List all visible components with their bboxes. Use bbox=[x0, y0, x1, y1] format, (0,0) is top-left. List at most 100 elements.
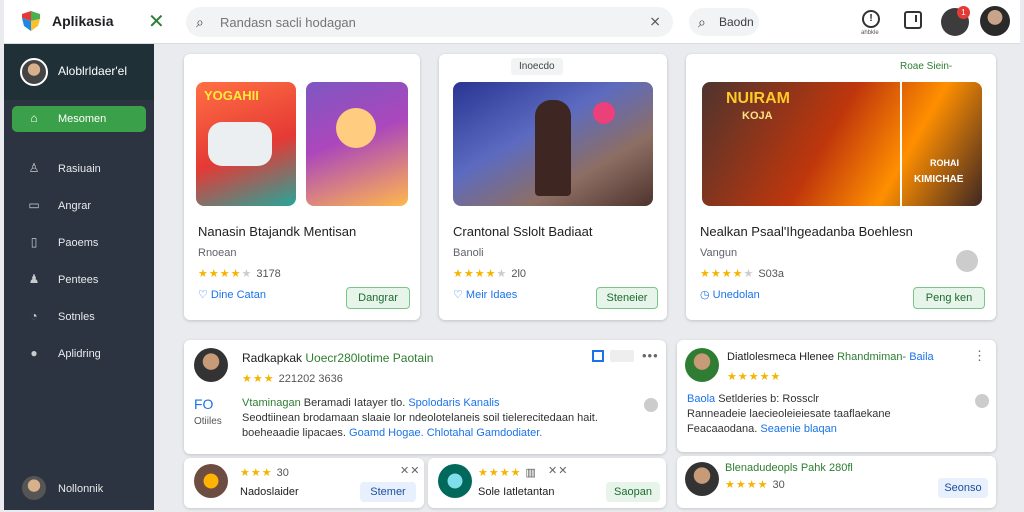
gamepad-icon bbox=[208, 122, 272, 166]
rating-value: S03a bbox=[758, 268, 785, 280]
card-action-button[interactable]: Dangrar bbox=[346, 287, 410, 309]
card-link[interactable]: ♡ Dine Catan bbox=[198, 288, 266, 301]
review-line3b[interactable]: Seaenie blaqan bbox=[760, 423, 836, 435]
review-line3a: boeheaadie lipacaes. bbox=[242, 427, 346, 439]
featured-card[interactable]: Roae Siein- NUIRAM KOJA ROHAI KIMICHAE N… bbox=[686, 54, 996, 320]
more-options-icon[interactable]: ••• bbox=[642, 348, 659, 363]
sidebar-item-pentees[interactable]: ♟ Pentees bbox=[12, 267, 146, 293]
reviewer-name: Diatlolesmeca Hlenee Rhandmiman- Baila bbox=[727, 351, 934, 363]
reviewer-highlight: Uoecr280lotime Paotain bbox=[305, 351, 434, 365]
tag-chip bbox=[610, 350, 634, 362]
app-name: Sole Iatletantan bbox=[478, 486, 555, 498]
search-bar[interactable]: ⌕ ⨯ bbox=[186, 7, 673, 37]
download-icon[interactable] bbox=[904, 11, 922, 29]
search-button[interactable]: ⌕ Baodn bbox=[689, 8, 759, 36]
card-link[interactable]: ◷ Unedolan bbox=[700, 288, 760, 301]
featured-card[interactable]: YOGAHII Nanasin Btajandk Mentisan Rnoean… bbox=[184, 54, 420, 320]
card-tag: Roae Siein- bbox=[900, 61, 953, 72]
review-line3c[interactable]: Chlotahal bbox=[427, 427, 473, 439]
app-icon bbox=[438, 464, 472, 498]
review-line2: Ranneadeie laecieoleieiesate taaflaekane bbox=[687, 408, 891, 420]
info-icon[interactable]: ! bbox=[862, 10, 880, 28]
review-card: Diatlolesmeca Hlenee Rhandmiman- Baila ⋮… bbox=[677, 340, 996, 452]
rating-extra-icon: ▥ bbox=[525, 467, 536, 479]
app-action-button[interactable]: Saopan bbox=[606, 482, 660, 502]
checkbox-icon[interactable] bbox=[592, 350, 604, 362]
thumbnail-banner: YOGAHII bbox=[204, 88, 259, 103]
review-line1b: Setlderies b: Rossclr bbox=[718, 393, 820, 405]
more-options-icon[interactable]: ✕✕ bbox=[400, 464, 420, 477]
review-tag-b: Otiiles bbox=[194, 416, 222, 427]
rating-stars: ★★★★ ▥ bbox=[478, 467, 536, 479]
review-line1: Baola bbox=[687, 393, 716, 405]
reviewer-avatar[interactable] bbox=[685, 348, 719, 382]
game-thumbnail[interactable] bbox=[306, 82, 408, 206]
more-options-icon[interactable]: ⋮ bbox=[973, 348, 987, 364]
review-line1c[interactable]: Spolodaris Kanalis bbox=[408, 397, 499, 409]
more-icon[interactable] bbox=[956, 250, 978, 272]
card-link[interactable]: ♡ Meir Idaes bbox=[453, 288, 517, 301]
info-icon[interactable] bbox=[975, 394, 989, 408]
game-thumbnail[interactable]: YOGAHII bbox=[196, 82, 296, 206]
search-input[interactable] bbox=[220, 13, 620, 31]
more-options-icon[interactable]: ✕✕ bbox=[548, 464, 568, 477]
mini-app-card[interactable]: ★★★ 30 ✕✕ Nadoslaider Stemer bbox=[184, 458, 424, 508]
rating-stars: ★★★★ 30 bbox=[725, 479, 785, 491]
sidebar-item-paoems[interactable]: ▯ Paoems bbox=[12, 230, 146, 256]
sidebar-footer-label[interactable]: Nollonnik bbox=[58, 483, 103, 495]
app-icon bbox=[194, 464, 228, 498]
game-thumbnail[interactable] bbox=[453, 82, 653, 206]
review-line3d[interactable]: Gamdodiater. bbox=[476, 427, 542, 439]
sidebar-item-aplidring[interactable]: ● Aplidring bbox=[12, 341, 146, 367]
rating-stars: ★★★ 221202 3636 bbox=[242, 373, 343, 385]
mic-off-icon[interactable]: ⨯ bbox=[649, 13, 661, 30]
close-icon[interactable]: ✕ bbox=[148, 9, 165, 34]
app-logo-icon bbox=[22, 11, 40, 31]
featured-card[interactable]: Inoecdo Crantonal Sslolt Badiaat Banoli … bbox=[439, 54, 667, 320]
search-icon: ⌕ bbox=[196, 14, 204, 30]
review-card: Radkapkak Uoecr280lotime Paotain ★★★ 2212… bbox=[184, 340, 666, 454]
monitor-icon: ▭ bbox=[28, 198, 40, 212]
app-name: Nadoslaider bbox=[240, 486, 299, 498]
mini-app-card[interactable]: ★★★★ ▥ ✕✕ Sole Iatletantan Saopan bbox=[428, 458, 666, 508]
card-title: Crantonal Sslolt Badiaat bbox=[453, 224, 593, 239]
magic-orb-icon bbox=[593, 102, 615, 124]
rating-stars: ★★★ 30 bbox=[240, 467, 289, 479]
card-action-button[interactable]: Peng ken bbox=[913, 287, 985, 309]
sidebar-item-angrar[interactable]: ▭ Angrar bbox=[12, 193, 146, 219]
review-line3a: Feacaaodana. bbox=[687, 423, 758, 435]
footer-avatar[interactable] bbox=[22, 476, 46, 500]
sidebar-item-label: Rasiuain bbox=[58, 163, 101, 175]
card-title: Nealkan Psaal'Ihgeadanba Boehlesn bbox=[700, 224, 913, 239]
app-action-button[interactable]: Stemer bbox=[360, 482, 416, 502]
game-thumbnail[interactable]: NUIRAM KOJA ROHAI KIMICHAE bbox=[702, 82, 982, 206]
rating-stars: ★★★★★ 2l0 bbox=[453, 268, 527, 280]
warrior-figure bbox=[535, 100, 571, 196]
card-tag: Inoecdo bbox=[511, 58, 563, 75]
reviewer-highlight2: Baila bbox=[909, 351, 934, 363]
sidebar-item-label: Angrar bbox=[58, 200, 92, 212]
sidebar-header: Aloblrldaer'el bbox=[4, 44, 154, 100]
sidebar-item-sotnles[interactable]: ◔ Sotnles bbox=[12, 304, 146, 330]
card-subtitle: Vangun bbox=[700, 247, 738, 259]
sidebar-item-home[interactable]: ⌂ Mesomen bbox=[12, 106, 146, 132]
thumbnail-banner-sub: KOJA bbox=[742, 110, 773, 122]
search-icon: ⌕ bbox=[698, 14, 706, 30]
review-stats: 221202 3636 bbox=[278, 373, 343, 385]
reviewer-avatar[interactable] bbox=[194, 348, 228, 382]
sidebar-item-rasiuain[interactable]: ♙ Rasiuain bbox=[12, 156, 146, 182]
reviewer-name: Radkapkak Uoecr280lotime Paotain bbox=[242, 351, 433, 365]
person-icon: ♙ bbox=[28, 161, 40, 175]
info-icon[interactable] bbox=[644, 398, 658, 412]
rating-value: 30 bbox=[772, 479, 785, 491]
reviewer-highlight: Rhandmiman- bbox=[837, 351, 907, 363]
profile-avatar[interactable] bbox=[980, 6, 1010, 36]
review-body: Vtaminagan Beramadi Iatayer tlo. Spoloda… bbox=[242, 396, 642, 441]
user-avatar[interactable] bbox=[20, 58, 48, 86]
mini-app-card[interactable]: Blenadudeopls Pahk 280fl ★★★★ 30 Seonso bbox=[677, 456, 996, 508]
review-line3b[interactable]: Goamd Hogae. bbox=[349, 427, 424, 439]
app-action-button[interactable]: Seonso bbox=[938, 478, 988, 498]
top-bar: Aplikasia ✕ ⌕ ⨯ ⌕ Baodn ! ahbkle 1 bbox=[4, 0, 1020, 44]
card-subtitle: Rnoean bbox=[198, 247, 237, 259]
card-action-button[interactable]: Steneier bbox=[596, 287, 658, 309]
